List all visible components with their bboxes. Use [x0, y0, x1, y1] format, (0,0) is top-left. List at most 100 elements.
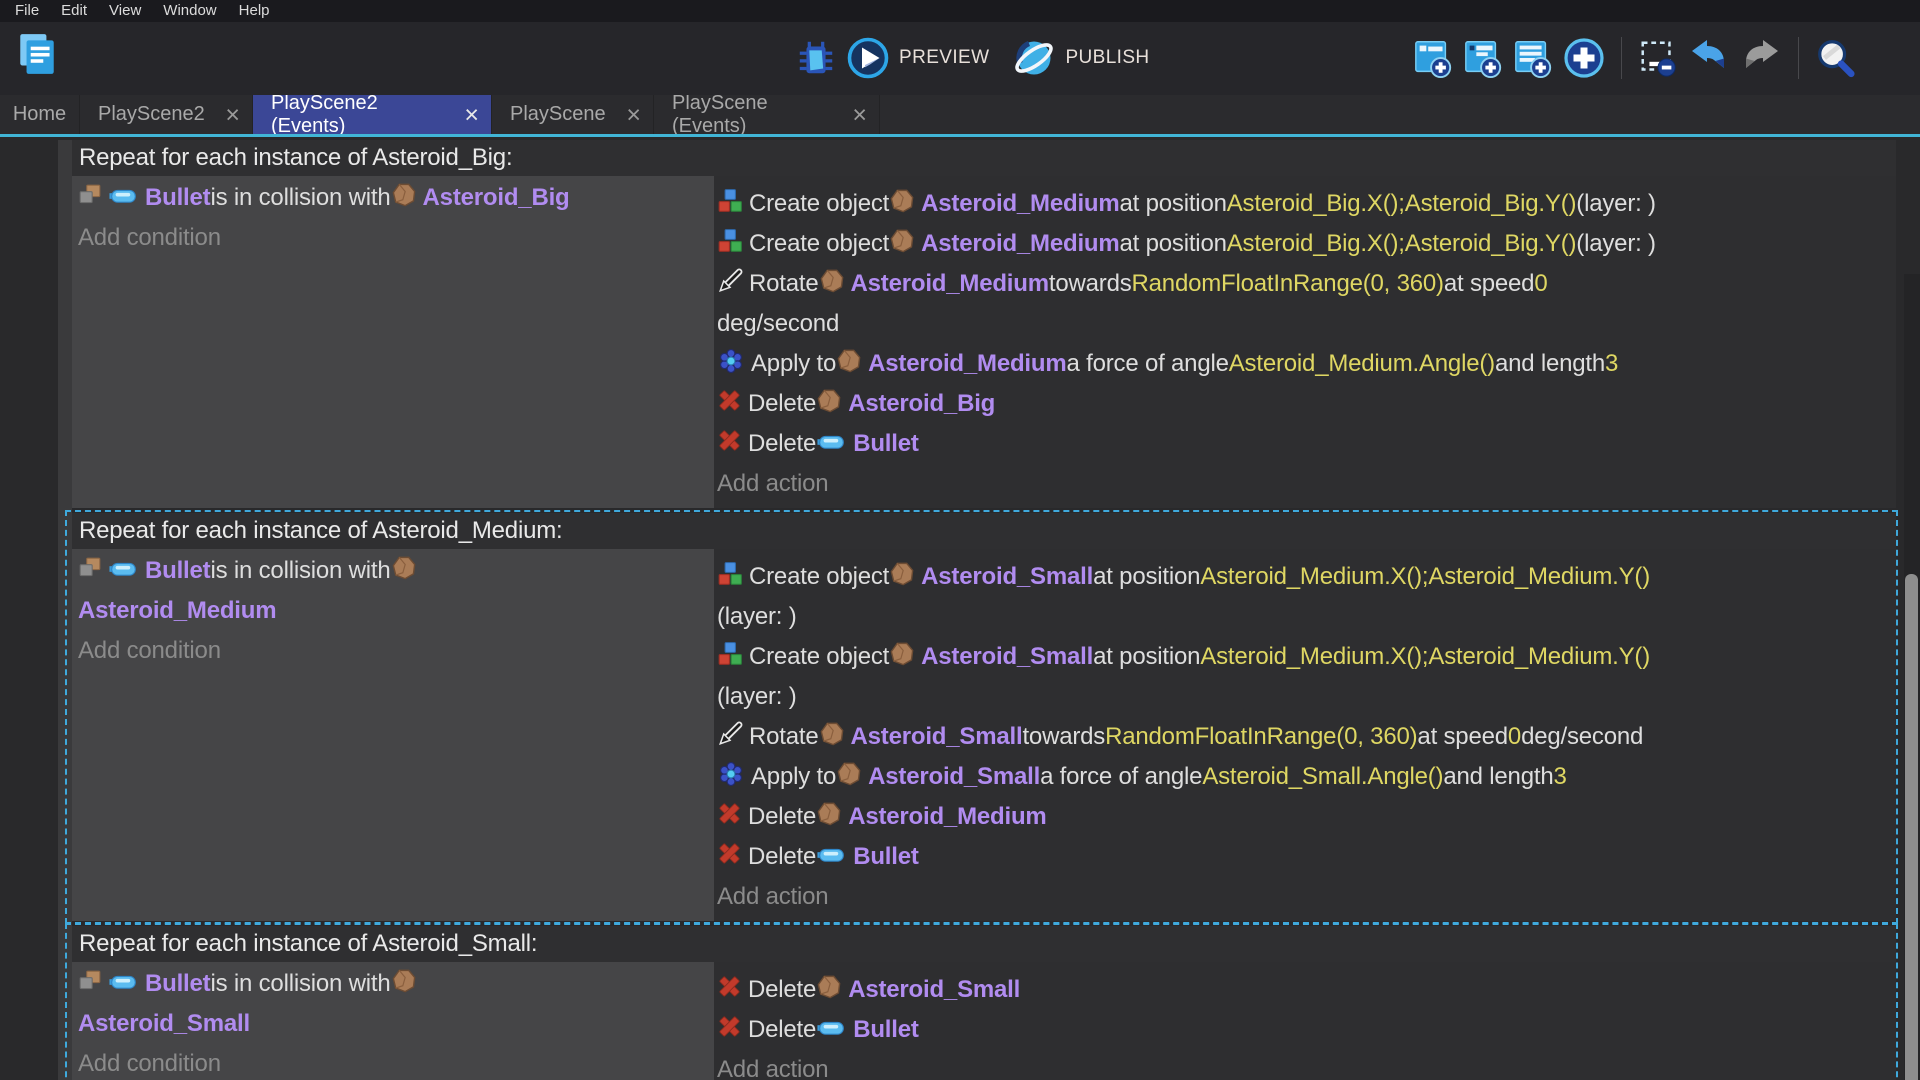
tab-playscene-events[interactable]: PlayScene (Events)×	[654, 95, 880, 134]
object-name: Bullet	[853, 1016, 918, 1044]
action-row[interactable]: Delete Asteroid_Medium	[717, 797, 1896, 837]
action-row-wrap[interactable]: (layer: )	[717, 677, 1896, 717]
action-row[interactable]: Create object Asteroid_Medium at positio…	[717, 224, 1896, 264]
add-condition-button[interactable]: Add condition	[78, 631, 714, 671]
action-row[interactable]: Create object Asteroid_Small at position…	[717, 557, 1896, 597]
undo-icon[interactable]	[1687, 36, 1731, 80]
plain-text: towards	[1022, 723, 1105, 751]
condition-row[interactable]: Bullet is in collision with	[78, 964, 714, 1004]
asteroid-icon	[836, 348, 862, 381]
add-event-icon[interactable]	[1412, 37, 1454, 79]
tab-playscene2[interactable]: PlayScene2×	[80, 95, 253, 134]
close-icon[interactable]: ×	[225, 105, 240, 125]
conditions-column: Bullet is in collision with Asteroid_Big…	[72, 176, 714, 508]
object-name: Asteroid_Medium	[921, 230, 1119, 258]
action-row[interactable]: Delete Bullet	[717, 1010, 1896, 1050]
create-icon	[717, 228, 743, 261]
vertical-scrollbar[interactable]	[1904, 274, 1920, 1080]
tab-playscene2-events[interactable]: PlayScene2 (Events)×	[253, 95, 492, 134]
add-action-button[interactable]: Add action	[717, 877, 1896, 917]
search-icon[interactable]	[1814, 37, 1856, 79]
plain-text: deg/second	[1521, 723, 1643, 751]
action-row[interactable]: Create object Asteroid_Small at position…	[717, 637, 1896, 677]
action-row[interactable]: Apply to Asteroid_Small a force of angle…	[717, 757, 1896, 797]
object-name: Asteroid_Small	[851, 723, 1023, 751]
actions-column: Create object Asteroid_Small at position…	[714, 549, 1896, 921]
action-row-wrap[interactable]: deg/second	[717, 304, 1896, 344]
asteroid-icon	[816, 974, 842, 1007]
close-icon[interactable]: ×	[626, 105, 641, 125]
event-body: Bullet is in collision with Asteroid_Med…	[72, 549, 1896, 921]
add-action-button[interactable]: Add action	[717, 1050, 1896, 1080]
asteroid-icon	[391, 968, 417, 1001]
deselect-icon[interactable]	[1637, 37, 1679, 79]
action-row[interactable]: Rotate Asteroid_Small towards RandomFloa…	[717, 717, 1896, 757]
condition-row-wrap[interactable]: Asteroid_Small	[78, 1004, 714, 1044]
plain-text: (layer: )	[717, 683, 797, 711]
project-manager-icon[interactable]	[14, 31, 60, 77]
plain-text: Create object	[749, 230, 889, 258]
object-name: Bullet	[145, 970, 210, 998]
add-condition-button[interactable]: Add condition	[78, 1044, 714, 1080]
plain-text: towards	[1049, 270, 1132, 298]
publish-button[interactable]: PUBLISH	[1065, 47, 1149, 69]
plain-text: Delete	[748, 843, 816, 871]
action-row[interactable]: Delete Bullet	[717, 424, 1896, 464]
add-condition-button[interactable]: Add condition	[78, 218, 714, 258]
asteroid-icon	[889, 641, 915, 674]
action-row[interactable]: Delete Asteroid_Small	[717, 970, 1896, 1010]
create-icon	[717, 641, 743, 674]
repeat-asteroid-small-event[interactable]: Repeat for each instance of Asteroid_Sma…	[72, 926, 1896, 1080]
menu-file[interactable]: File	[4, 0, 50, 22]
repeat-asteroid-big-event[interactable]: Repeat for each instance of Asteroid_Big…	[72, 140, 1896, 508]
tab-bar: HomePlayScene2×PlayScene2 (Events)×PlayS…	[0, 95, 1920, 134]
plain-text: and length	[1443, 763, 1553, 791]
add-circle-icon[interactable]	[1562, 36, 1606, 80]
plain-text: Create object	[749, 643, 889, 671]
redo-icon[interactable]	[1739, 36, 1783, 80]
action-row[interactable]: Create object Asteroid_Medium at positio…	[717, 184, 1896, 224]
menu-edit[interactable]: Edit	[50, 0, 98, 22]
debugger-icon[interactable]	[795, 37, 837, 79]
plain-text: at position	[1120, 230, 1227, 258]
object-name: Asteroid_Small	[868, 763, 1040, 791]
object-name: Asteroid_Medium	[868, 350, 1066, 378]
expression-text: 3	[1605, 350, 1618, 378]
close-icon[interactable]: ×	[464, 105, 479, 125]
plain-text: is in collision with	[210, 970, 390, 998]
action-row[interactable]: Rotate Asteroid_Medium towards RandomFlo…	[717, 264, 1896, 304]
actions-column: Create object Asteroid_Medium at positio…	[714, 176, 1896, 508]
plain-text: Delete	[748, 803, 816, 831]
add-subevent-icon[interactable]	[1462, 37, 1504, 79]
add-comment-icon[interactable]	[1512, 37, 1554, 79]
event-header[interactable]: Repeat for each instance of Asteroid_Sma…	[72, 926, 1896, 962]
expression-text: 0	[1534, 270, 1547, 298]
tab-label: PlayScene	[510, 103, 606, 126]
action-row[interactable]: Apply to Asteroid_Medium a force of angl…	[717, 344, 1896, 384]
event-grip-column[interactable]	[58, 140, 72, 1080]
menu-window[interactable]: Window	[152, 0, 227, 22]
tab-home[interactable]: Home	[0, 95, 80, 134]
add-action-button[interactable]: Add action	[717, 464, 1896, 504]
scrollbar-thumb[interactable]	[1905, 574, 1918, 1080]
tab-playscene[interactable]: PlayScene ×	[492, 95, 654, 134]
event-header[interactable]: Repeat for each instance of Asteroid_Med…	[72, 513, 1896, 549]
action-row[interactable]: Delete Asteroid_Big	[717, 384, 1896, 424]
repeat-asteroid-medium-event[interactable]: Repeat for each instance of Asteroid_Med…	[72, 513, 1896, 921]
object-name: Asteroid_Big	[423, 184, 570, 212]
preview-button[interactable]: PREVIEW	[899, 47, 989, 69]
asteroid-icon	[816, 801, 842, 834]
action-row[interactable]: Delete Bullet	[717, 837, 1896, 877]
action-row-wrap[interactable]: (layer: )	[717, 597, 1896, 637]
close-icon[interactable]: ×	[852, 105, 867, 125]
condition-row[interactable]: Bullet is in collision with	[78, 551, 714, 591]
condition-row-wrap[interactable]: Asteroid_Medium	[78, 591, 714, 631]
publish-globe-icon[interactable]	[1012, 36, 1056, 80]
asteroid-icon	[391, 182, 417, 215]
asteroid-icon	[836, 761, 862, 794]
event-header[interactable]: Repeat for each instance of Asteroid_Big…	[72, 140, 1896, 176]
menu-help[interactable]: Help	[228, 0, 281, 22]
preview-play-icon[interactable]	[846, 36, 890, 80]
condition-row[interactable]: Bullet is in collision with Asteroid_Big	[78, 178, 714, 218]
menu-view[interactable]: View	[98, 0, 152, 22]
